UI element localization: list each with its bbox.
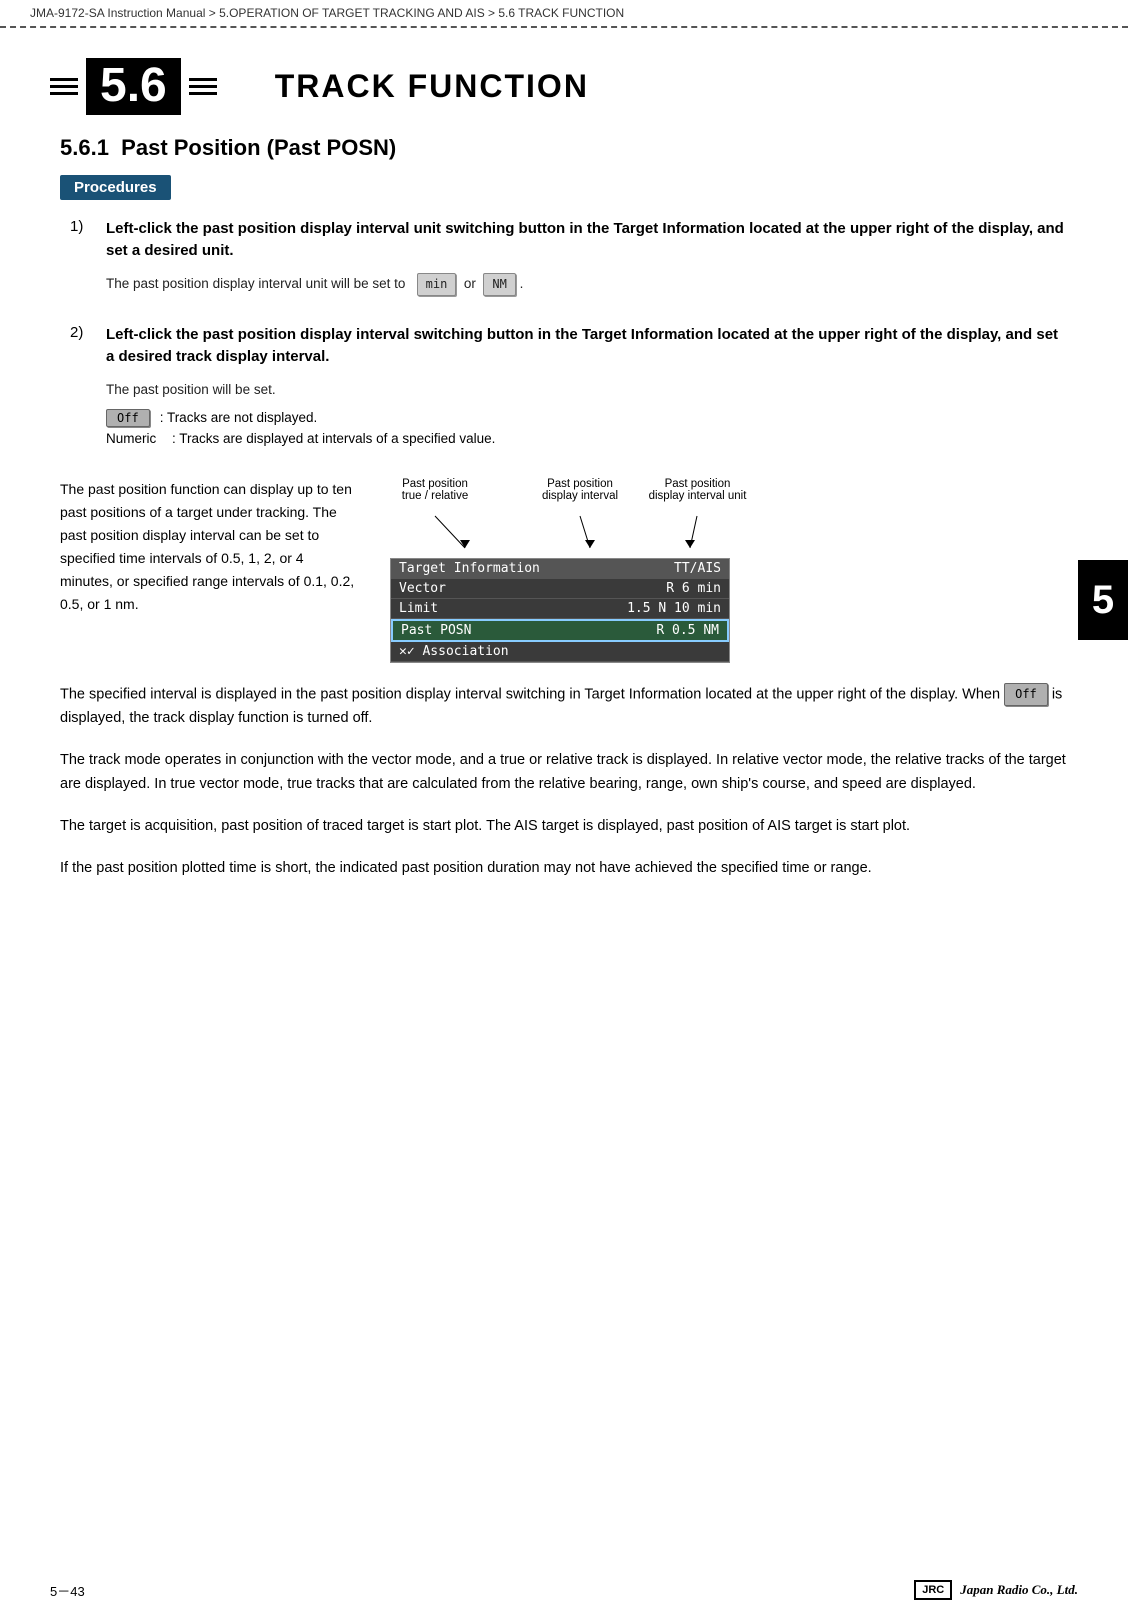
chapter-header: 5.6 TRACK FUNCTION: [0, 28, 1128, 135]
stripe: [50, 85, 78, 88]
para-1: The specified interval is displayed in t…: [0, 683, 1128, 732]
radar-row-4-highlighted: Past POSN R 0.5 NM: [391, 619, 729, 642]
radar-ui: Target Information TT/AIS Vector R 6 min…: [390, 558, 730, 663]
chapter-stripes: [50, 78, 78, 95]
stripe: [189, 92, 217, 95]
off-inline-button: Off: [1004, 683, 1048, 707]
para-4: If the past position plotted time is sho…: [0, 857, 1128, 881]
page-number: 5－43: [50, 1581, 85, 1600]
numeric-label: Numeric: [106, 431, 166, 446]
step-1-note: The past position display interval unit …: [106, 273, 1068, 296]
chapter-number: 5.6: [86, 58, 181, 115]
company-name: Japan Radio Co., Ltd.: [960, 1582, 1078, 1598]
chapter-stripes-right: [189, 78, 217, 95]
radar-row-3: Limit 1.5 N 10 min: [391, 599, 729, 619]
footer-logo: JRC Japan Radio Co., Ltd.: [914, 1580, 1078, 1600]
breadcrumb: JMA-9172-SA Instruction Manual > 5.OPERA…: [0, 0, 1128, 26]
para-2: The track mode operates in conjunction w…: [0, 749, 1128, 797]
chapter-tab: 5: [1078, 560, 1128, 640]
footer: 5－43 JRC Japan Radio Co., Ltd.: [0, 1580, 1128, 1600]
off-description: : Tracks are not displayed.: [160, 410, 318, 425]
step-2-note: The past position will be set.: [106, 379, 1068, 401]
diagram-labels-container: Past positiontrue / relative Past positi…: [390, 478, 750, 558]
section: 5.6.1 Past Position (Past POSN) Procedur…: [0, 135, 1128, 450]
step-1-content: Left-click the past position display int…: [106, 218, 1068, 296]
nm-button: NM: [483, 273, 515, 296]
step-2-bold: Left-click the past position display int…: [106, 324, 1068, 369]
radar-row-5: ✕✓ Association: [391, 642, 729, 662]
diagram-text: The past position function can display u…: [60, 478, 360, 617]
numeric-row: Numeric : Tracks are displayed at interv…: [106, 431, 1068, 446]
step-2-content: Left-click the past position display int…: [106, 324, 1068, 450]
step-2: 2) Left-click the past position display …: [60, 324, 1068, 450]
off-button-step2: Off: [106, 409, 150, 427]
min-button: min: [417, 273, 457, 296]
diagram-section: The past position function can display u…: [0, 478, 1128, 663]
para-3: The target is acquisition, past position…: [0, 815, 1128, 839]
jrc-label: JRC: [914, 1580, 952, 1600]
radar-row-2: Vector R 6 min: [391, 579, 729, 599]
step-1-bold: Left-click the past position display int…: [106, 218, 1068, 263]
stripe: [189, 78, 217, 81]
arrow-svg: [390, 478, 750, 558]
stripe: [50, 78, 78, 81]
diagram-image: Past positiontrue / relative Past positi…: [390, 478, 1068, 663]
stripe: [189, 85, 217, 88]
section-title: 5.6.1 Past Position (Past POSN): [60, 135, 1068, 161]
step-2-number: 2): [70, 324, 94, 450]
step-1: 1) Left-click the past position display …: [60, 218, 1068, 296]
track-desc-row: Off : Tracks are not displayed.: [106, 409, 1068, 427]
radar-row-1: Target Information TT/AIS: [391, 559, 729, 579]
chapter-number-box: 5.6: [50, 58, 225, 115]
step-1-number: 1): [70, 218, 94, 296]
numeric-description: : Tracks are displayed at intervals of a…: [172, 431, 495, 446]
procedures-badge: Procedures: [60, 175, 171, 200]
stripe: [50, 92, 78, 95]
chapter-title: TRACK FUNCTION: [275, 68, 589, 105]
